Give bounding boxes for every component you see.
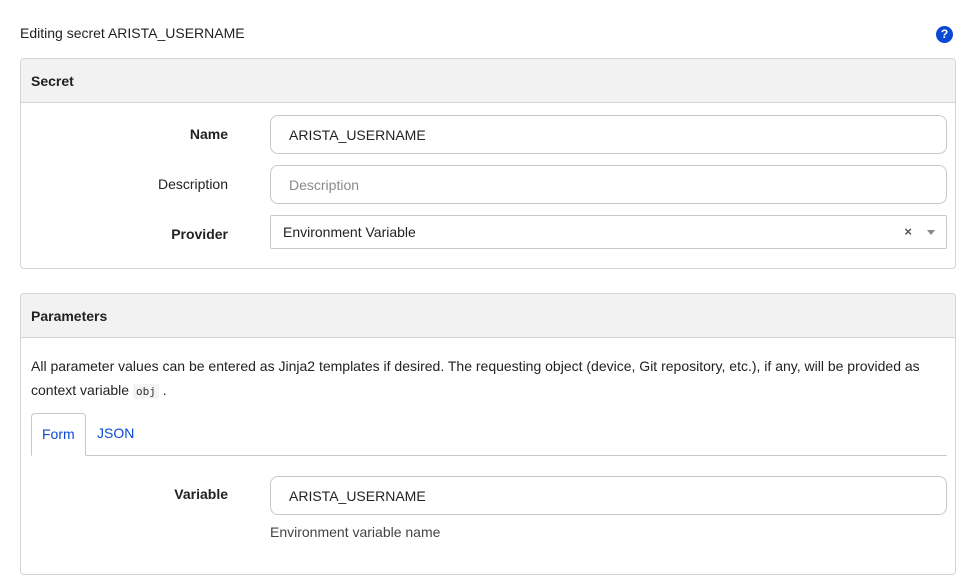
provider-selected-value: Environment Variable [283, 224, 416, 240]
chevron-down-icon[interactable] [927, 230, 935, 235]
description-label: Description [157, 176, 228, 192]
tab-form[interactable]: Form [31, 413, 86, 456]
variable-label: Variable [174, 486, 228, 502]
question-circle-icon[interactable]: ? [936, 26, 953, 43]
name-label: Name [189, 126, 228, 142]
context-variable-code: obj [132, 384, 159, 399]
page-title: Editing secret ARISTA_USERNAME [20, 25, 245, 41]
secret-panel-heading: Secret [21, 59, 955, 103]
parameters-panel-heading: Parameters [21, 294, 955, 338]
parameters-tabs: Form JSON [31, 413, 947, 456]
variable-help-text: Environment variable name [270, 524, 441, 540]
tab-json[interactable]: JSON [87, 413, 144, 455]
provider-select[interactable]: Environment Variable × [270, 215, 947, 249]
name-input[interactable] [270, 115, 947, 154]
secret-panel: Secret Name Description Provider Environ… [20, 58, 956, 269]
help-text-after: . [162, 382, 167, 398]
description-input[interactable] [270, 165, 947, 204]
provider-label: Provider [171, 226, 228, 242]
clear-icon[interactable]: × [904, 216, 912, 248]
parameters-panel: Parameters All parameter values can be e… [20, 293, 956, 575]
variable-input[interactable] [270, 476, 947, 515]
parameters-help-text: All parameter values can be entered as J… [31, 354, 946, 404]
